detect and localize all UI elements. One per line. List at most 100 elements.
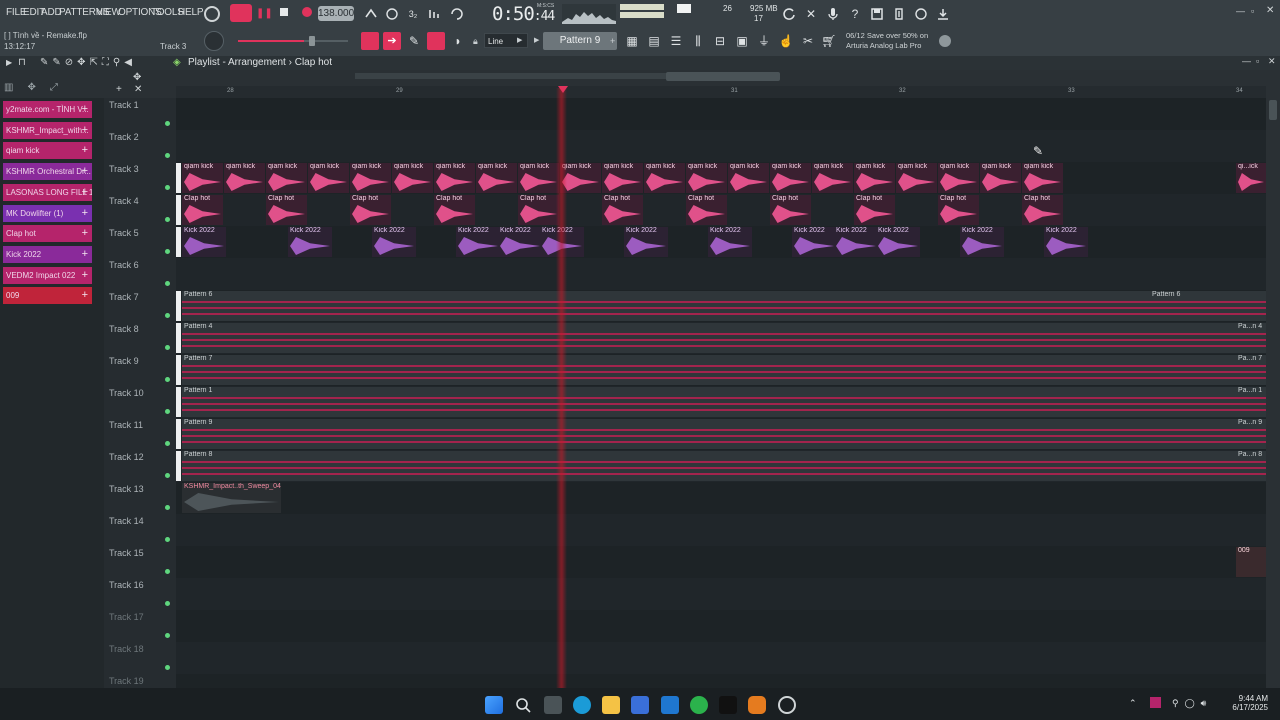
track-mute-led[interactable] (165, 249, 170, 254)
track-label[interactable]: Track 16 (109, 580, 144, 590)
close-icon[interactable]: ✕ (1266, 5, 1274, 16)
track-label[interactable]: Track 9 (109, 356, 139, 366)
channel-item[interactable]: 009 + (3, 287, 92, 305)
browser-icon[interactable]: ⊟ (711, 32, 729, 50)
playlist-clip[interactable]: KSHMR_Impact..th_Sweep_04 (182, 483, 281, 513)
playlist-clip[interactable]: Kick 2022 (792, 227, 836, 257)
start-icon[interactable] (485, 696, 503, 714)
playlist-clip[interactable]: Clap hot (770, 195, 811, 225)
playlist-clip[interactable]: qiam kick (770, 163, 811, 193)
pencil-icon[interactable]: ✎ (405, 32, 423, 50)
track-label[interactable]: Track 17 (109, 612, 144, 622)
magnet-snap-icon[interactable]: ⊓ (18, 57, 26, 68)
channel-add-icon[interactable]: + (82, 122, 88, 139)
clip-edge-handle[interactable] (176, 387, 181, 417)
track-label[interactable]: Track 19 (109, 676, 144, 686)
playlist-clip[interactable]: qiam kick (350, 163, 391, 193)
channel-rack-icon[interactable]: ☰ (667, 32, 685, 50)
restore-icon[interactable]: ▫ (1251, 6, 1254, 16)
channel-add-icon[interactable]: + (82, 101, 88, 118)
channel-item[interactable]: MK Dowlifter (1) + (3, 204, 92, 222)
track-mute-led[interactable] (165, 409, 170, 414)
track-label[interactable]: Track 13 (109, 484, 144, 494)
menu-help[interactable]: HELP (178, 7, 204, 18)
track-mute-led[interactable] (165, 601, 170, 606)
channel-add-icon[interactable]: + (82, 205, 88, 222)
store-icon[interactable] (631, 696, 649, 714)
playlist-clip[interactable]: Clap hot (182, 195, 223, 225)
playlist-clip[interactable]: 009 (1236, 547, 1266, 577)
channel-item[interactable]: KSHMR Orchestral Dr... + (3, 163, 92, 181)
playlist-clip[interactable]: Pattern 4 (182, 323, 1236, 353)
chrome-icon[interactable] (690, 696, 708, 714)
track-mute-led[interactable] (165, 633, 170, 638)
news-panel[interactable]: 06/12 Save over 50% on Arturia Analog La… (846, 31, 928, 51)
playlist-clip[interactable]: qiam kick (938, 163, 979, 193)
channel-item[interactable]: LASONAS LONG FILL 1 + (3, 183, 92, 201)
playhead[interactable] (556, 88, 567, 688)
playlist-clip[interactable]: Pa...n 4 (1236, 323, 1266, 353)
track-mute-led[interactable] (165, 313, 170, 318)
tray-clock[interactable]: 9:44 AM 6/17/2025 (1224, 694, 1268, 712)
piano-roll-icon[interactable]: ▤ (645, 32, 663, 50)
track-label[interactable]: Track 2 (109, 132, 139, 142)
playlist-clip[interactable]: qiam kick (686, 163, 727, 193)
playlist-clip[interactable]: Kick 2022 (498, 227, 542, 257)
clip-edge-handle[interactable] (176, 227, 181, 257)
playlist-clip[interactable]: Kick 2022 (372, 227, 416, 257)
playlist-clip[interactable]: Kick 2022 (182, 227, 226, 257)
playlist-window-icon[interactable]: ▦ (623, 32, 641, 50)
channel-add-icon[interactable]: + (82, 246, 88, 263)
track-label[interactable]: Track 3 (109, 164, 139, 174)
microphone-icon[interactable] (824, 5, 842, 23)
file-explorer-icon[interactable] (602, 696, 620, 714)
playlist-clip[interactable]: Clap hot (602, 195, 643, 225)
channel-item[interactable]: VEDM2 Impact 022 + (3, 266, 92, 284)
clip-edge-handle[interactable] (176, 163, 181, 193)
playlist-clip[interactable]: Kick 2022 (624, 227, 668, 257)
playlist-clip[interactable]: Pa...n 7 (1236, 355, 1266, 385)
playlist-clip[interactable]: Kick 2022 (876, 227, 920, 257)
track-mute-led[interactable] (165, 185, 170, 190)
clip-edge-handle[interactable] (176, 195, 181, 225)
playlist-clip[interactable]: qiam kick (224, 163, 265, 193)
playlist-clip[interactable]: qiam kick (602, 163, 643, 193)
playlist-clip[interactable]: Clap hot (1022, 195, 1063, 225)
record-icon[interactable] (302, 7, 312, 17)
playlist-clip[interactable]: qiam kick (644, 163, 685, 193)
playlist-clip[interactable]: Clap hot (854, 195, 895, 225)
refresh-icon[interactable] (780, 5, 798, 23)
channel-add-icon[interactable]: + (82, 225, 88, 242)
playlist-clip[interactable]: Pattern 6 (1150, 291, 1266, 321)
zoom-icon[interactable]: ✥ (133, 72, 141, 83)
clip-edge-handle[interactable] (176, 291, 181, 321)
track-lane[interactable] (176, 578, 1266, 611)
minimize-icon[interactable]: — (1236, 6, 1245, 16)
master-pitch-slider[interactable] (238, 40, 348, 42)
channel-item[interactable]: y2mate.com - TÌNH V... + (3, 101, 92, 118)
playlist-clip[interactable]: qiam kick (728, 163, 769, 193)
track-mute-led[interactable] (165, 537, 170, 542)
remove-track-icon[interactable]: ✕ (134, 84, 142, 95)
track-lane[interactable] (176, 98, 1266, 131)
track-label[interactable]: Track 10 (109, 388, 144, 398)
track-lane[interactable] (176, 130, 1266, 163)
track-mute-led[interactable] (165, 121, 170, 126)
track-label[interactable]: Track 5 (109, 228, 139, 238)
playlist-clip[interactable]: qiam kick (308, 163, 349, 193)
playlist-clip[interactable]: qiam kick (896, 163, 937, 193)
track-mute-led[interactable] (165, 441, 170, 446)
clip-edge-handle[interactable] (176, 419, 181, 449)
track-mute-led[interactable] (165, 281, 170, 286)
touch-icon[interactable]: ☝ (777, 32, 795, 50)
channel-item[interactable]: Clap hot + (3, 225, 92, 243)
track-mute-led[interactable] (165, 217, 170, 222)
playlist-clip[interactable]: Kick 2022 (1044, 227, 1088, 257)
playlist-clip[interactable]: Kick 2022 (288, 227, 332, 257)
loop-record-icon[interactable] (448, 5, 466, 23)
blend-notes-icon[interactable] (426, 5, 444, 23)
playlist-clip[interactable]: Kick 2022 (708, 227, 752, 257)
channel-add-icon[interactable]: + (82, 163, 88, 180)
master-volume-knob[interactable] (204, 31, 224, 51)
clip-edge-handle[interactable] (176, 355, 181, 385)
